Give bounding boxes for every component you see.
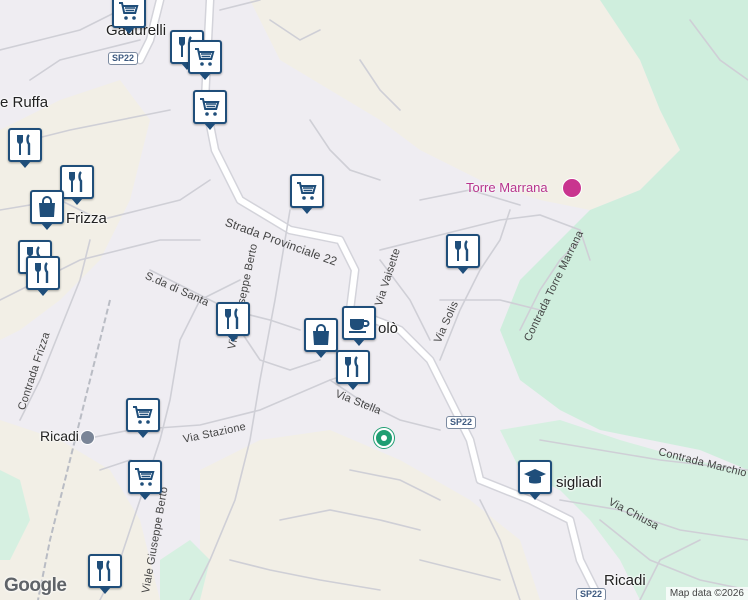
shopping-cart-icon xyxy=(131,403,155,427)
map-marker-shopping-cart[interactable] xyxy=(128,460,162,500)
place-label-ricadi: Ricadi xyxy=(604,572,646,589)
poi-label-torre-marrana: Torre Marrana xyxy=(466,180,548,195)
map-marker-restaurant[interactable] xyxy=(8,128,42,168)
map-attribution[interactable]: Map data ©2026 xyxy=(665,587,748,600)
restaurant-icon xyxy=(221,307,245,331)
restaurant-icon xyxy=(451,239,475,263)
map-marker-restaurant[interactable] xyxy=(60,165,94,205)
shopping-cart-icon xyxy=(133,465,157,489)
map-marker-restaurant[interactable] xyxy=(88,554,122,594)
restaurant-icon xyxy=(93,559,117,583)
map-marker-shopping-cart[interactable] xyxy=(112,0,146,34)
map-marker-school[interactable] xyxy=(518,460,552,500)
restaurant-icon xyxy=(31,261,55,285)
map-marker-shopping-cart[interactable] xyxy=(126,398,160,438)
map-marker-shopping-cart[interactable] xyxy=(188,40,222,80)
place-label-olo: olò xyxy=(378,320,399,337)
place-label-sigliadi: sigliadi xyxy=(556,474,602,491)
cafe-icon xyxy=(347,311,371,335)
place-label-frizza: Frizza xyxy=(66,210,107,227)
map-marker-restaurant[interactable] xyxy=(446,234,480,274)
shopping-cart-icon xyxy=(193,45,217,69)
restaurant-icon xyxy=(13,133,37,157)
google-logo: Google xyxy=(4,575,67,596)
shopping-cart-icon xyxy=(295,179,319,203)
road-shield-sp22-south: SP22 xyxy=(576,588,607,600)
road-shield-sp22-middle: SP22 xyxy=(446,416,477,429)
map-marker-shopping-bag[interactable] xyxy=(304,318,338,358)
place-label-ruffa: e Ruffa xyxy=(0,94,49,111)
map-marker-shopping-cart[interactable] xyxy=(193,90,227,130)
landmark-icon[interactable] xyxy=(562,178,582,198)
shopping-cart-icon xyxy=(198,95,222,119)
road-shield-sp22-north: SP22 xyxy=(108,52,139,65)
restaurant-icon xyxy=(65,170,89,194)
restaurant-icon xyxy=(341,355,365,379)
map-marker-cafe[interactable] xyxy=(342,306,376,346)
map-marker-restaurant[interactable] xyxy=(26,256,60,296)
shopping-bag-icon xyxy=(309,323,333,347)
map-canvas[interactable]: Strada Provinciale 22 Viale Giuseppe Ber… xyxy=(0,0,748,600)
map-marker-shopping-cart[interactable] xyxy=(290,174,324,214)
place-label-ricadi-station: Ricadi xyxy=(40,428,79,444)
school-icon xyxy=(523,465,547,489)
shopping-cart-icon xyxy=(117,0,141,23)
map-marker-restaurant[interactable] xyxy=(216,302,250,342)
map-marker-shopping-bag[interactable] xyxy=(30,190,64,230)
shopping-bag-icon xyxy=(35,195,59,219)
map-marker-restaurant[interactable] xyxy=(336,350,370,390)
train-station-icon[interactable] xyxy=(80,430,95,445)
park-location-marker[interactable] xyxy=(374,428,394,448)
